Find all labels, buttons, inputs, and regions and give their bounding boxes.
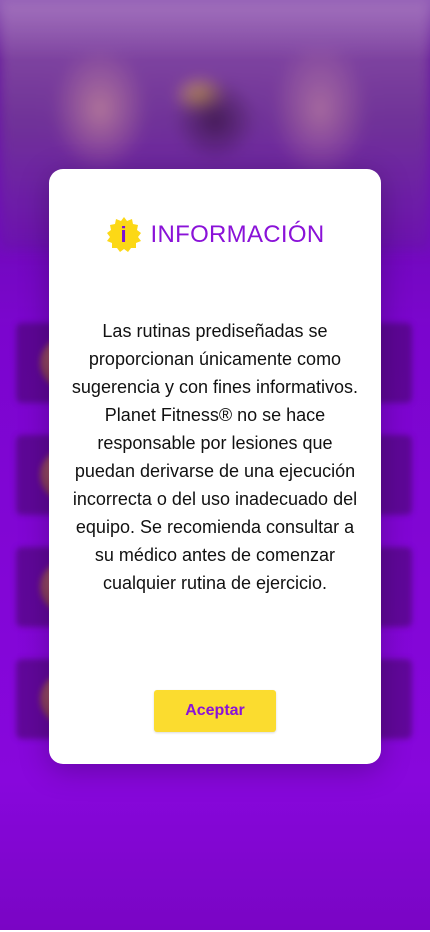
dialog-header: i INFORMACIÓN: [49, 217, 381, 253]
info-icon: i: [106, 217, 142, 253]
dialog-message: Las rutinas prediseñadas se proporcionan…: [71, 321, 359, 593]
dialog-title: INFORMACIÓN: [150, 221, 325, 248]
information-dialog: i INFORMACIÓN Las rutinas prediseñadas s…: [49, 169, 381, 764]
accept-button[interactable]: Aceptar: [154, 690, 276, 732]
